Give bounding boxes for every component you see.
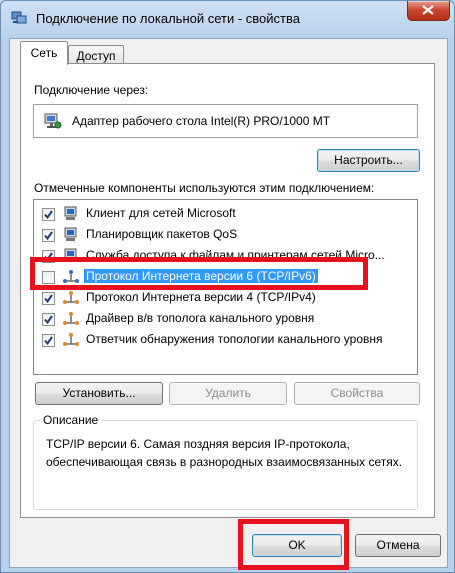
item-checkbox[interactable] (42, 229, 55, 242)
uninstall-button-label: Удалить (205, 386, 251, 400)
item-checkbox[interactable] (42, 292, 55, 305)
close-icon (422, 5, 434, 15)
close-button[interactable] (407, 1, 450, 21)
tab-network[interactable]: Сеть (20, 41, 68, 65)
components-label: Отмеченные компоненты используются этим … (34, 181, 375, 195)
properties-button-label: Свойства (330, 386, 384, 400)
window-title: Подключение по локальной сети - свойства (36, 11, 300, 26)
checkmark-icon (44, 210, 53, 220)
adapter-name: Адаптер рабочего стола Intel(R) PRO/1000… (72, 114, 331, 128)
tab-network-label: Сеть (30, 46, 58, 60)
list-item[interactable]: Драйвер в/в тополога канального уровня (34, 309, 417, 330)
item-checkbox[interactable] (42, 208, 55, 221)
description-text: TCP/IP версии 6. Самая поздняя версия IP… (46, 437, 403, 469)
description-title: Описание (40, 413, 102, 427)
protocol-icon (62, 311, 80, 327)
uninstall-button[interactable]: Удалить (169, 382, 287, 405)
list-item[interactable]: Планировщик пакетов QoS (34, 225, 417, 246)
item-label: Клиент для сетей Microsoft (86, 206, 236, 220)
protocol-icon (62, 332, 80, 348)
network-adapter-icon (43, 112, 63, 133)
protocol-icon (62, 290, 80, 306)
install-button[interactable]: Установить... (35, 382, 163, 405)
properties-button[interactable]: Свойства (294, 382, 420, 405)
item-label: Протокол Интернета версии 4 (TCP/IPv4) (86, 290, 316, 304)
configure-button[interactable]: Настроить... (317, 149, 420, 172)
install-button-label: Установить... (62, 386, 136, 400)
description-group: Описание TCP/IP версии 6. Самая поздняя … (33, 413, 418, 510)
qos-scheduler-icon (62, 227, 80, 243)
checkmark-icon (44, 336, 53, 346)
item-label: Планировщик пакетов QoS (86, 227, 238, 241)
item-label: Ответчик обнаружения топологии канальног… (86, 332, 383, 346)
list-item[interactable]: Клиент для сетей Microsoft (34, 204, 417, 225)
item-checkbox[interactable] (42, 313, 55, 326)
list-item[interactable]: Протокол Интернета версии 4 (TCP/IPv4) (34, 288, 417, 309)
checkmark-icon (44, 294, 53, 304)
cancel-button[interactable]: Отмена (355, 534, 441, 557)
item-checkbox[interactable] (42, 334, 55, 347)
list-item[interactable]: Ответчик обнаружения топологии канальног… (34, 330, 417, 351)
network-connection-icon (11, 11, 27, 25)
tab-sharing-label: Доступ (76, 49, 116, 63)
annotation-highlight-ok (238, 519, 349, 570)
cancel-button-label: Отмена (376, 538, 420, 552)
adapter-field: Адаптер рабочего стола Intel(R) PRO/1000… (33, 104, 418, 138)
tab-sharing[interactable]: Доступ (68, 45, 124, 65)
checkmark-icon (44, 315, 53, 325)
configure-button-label: Настроить... (334, 153, 403, 167)
network-client-icon (62, 206, 80, 222)
item-label: Драйвер в/в тополога канального уровня (86, 311, 315, 325)
connect-using-label: Подключение через: (34, 83, 149, 97)
checkmark-icon (44, 231, 53, 241)
annotation-highlight-ipv6 (30, 257, 368, 290)
title-bar[interactable]: Подключение по локальной сети - свойства (1, 1, 454, 35)
